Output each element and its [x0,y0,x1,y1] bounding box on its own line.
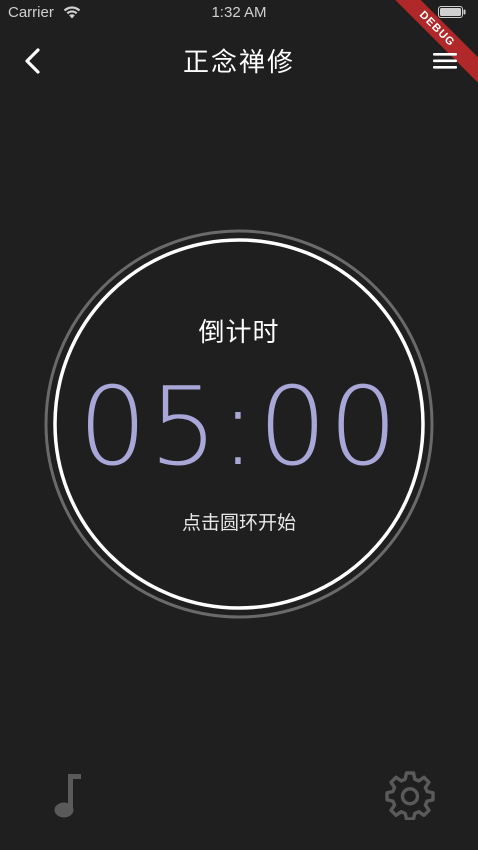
battery-icon [438,6,466,18]
timer-value: 05:00 [78,365,400,490]
settings-button[interactable] [385,770,435,821]
gear-icon [385,771,435,821]
menu-button[interactable] [432,50,458,72]
page-title: 正念禅修 [182,48,295,78]
hamburger-menu-icon [433,53,457,69]
music-note-icon [54,774,81,818]
timer-hint: 点击圆环开始 [181,512,296,534]
timer-label: 倒计时 [198,318,280,348]
music-button[interactable] [46,770,90,820]
